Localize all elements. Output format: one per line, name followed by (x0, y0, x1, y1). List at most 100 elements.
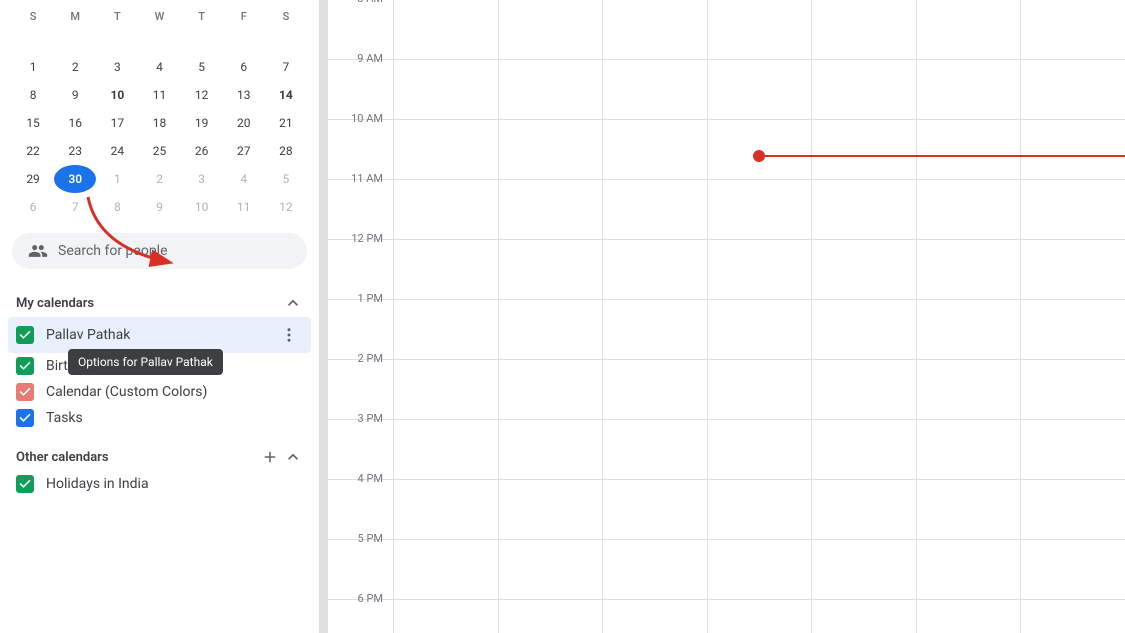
time-cell[interactable] (602, 0, 707, 59)
time-cell[interactable] (393, 240, 498, 299)
calendar-item-custom[interactable]: Calendar (Custom Colors) (8, 379, 311, 405)
time-cell[interactable] (811, 420, 916, 479)
time-cell[interactable] (811, 480, 916, 539)
time-cell[interactable] (393, 300, 498, 359)
cal-day[interactable]: 1 (96, 165, 138, 193)
add-other-calendar-icon[interactable] (261, 448, 279, 466)
time-cell[interactable] (916, 300, 1021, 359)
calendar-item-birthdays[interactable]: Birthdays (8, 353, 311, 379)
cal-day[interactable]: 8 (96, 193, 138, 221)
time-cell[interactable] (498, 300, 603, 359)
time-cell[interactable] (1020, 600, 1125, 633)
time-cell[interactable] (1020, 540, 1125, 599)
time-cell[interactable] (707, 0, 812, 59)
time-cell[interactable] (707, 540, 812, 599)
time-cell[interactable] (811, 240, 916, 299)
time-cell[interactable] (707, 240, 812, 299)
time-cell[interactable] (498, 360, 603, 419)
time-cell[interactable] (916, 240, 1021, 299)
calendar-item-holidays[interactable]: Holidays in India (8, 471, 311, 497)
time-cell[interactable] (393, 0, 498, 59)
time-cell[interactable] (1020, 420, 1125, 479)
cal-day[interactable]: 8 (12, 81, 54, 109)
cal-day[interactable]: 2 (138, 165, 180, 193)
cal-day[interactable]: 5 (265, 165, 307, 193)
cal-day[interactable]: 11 (223, 193, 265, 221)
time-cell[interactable] (916, 600, 1021, 633)
time-cell[interactable] (811, 120, 916, 179)
cal-day[interactable]: 1 (12, 53, 54, 81)
cal-day[interactable]: 30 (54, 165, 96, 193)
time-cell[interactable] (602, 360, 707, 419)
cal-day[interactable]: 23 (54, 137, 96, 165)
calendar-item-tasks[interactable]: Tasks (8, 405, 311, 431)
time-cell[interactable] (393, 600, 498, 633)
time-cell[interactable] (1020, 180, 1125, 239)
cal-day[interactable]: 15 (12, 109, 54, 137)
time-cell[interactable] (916, 540, 1021, 599)
time-cell[interactable] (811, 60, 916, 119)
time-cell[interactable] (498, 420, 603, 479)
cal-day[interactable]: 21 (265, 109, 307, 137)
time-cell[interactable] (498, 600, 603, 633)
time-cell[interactable] (707, 480, 812, 539)
collapse-icon[interactable] (283, 293, 303, 313)
time-cell[interactable] (707, 300, 812, 359)
cal-day[interactable]: 2 (54, 53, 96, 81)
time-cell[interactable] (498, 60, 603, 119)
calendar-item-pallav[interactable]: Pallav Pathak Options for Pallav Pathak (8, 317, 311, 353)
time-cell[interactable] (916, 360, 1021, 419)
time-cell[interactable] (1020, 0, 1125, 59)
cal-day[interactable]: 10 (181, 193, 223, 221)
cal-day[interactable]: 26 (181, 137, 223, 165)
time-cell[interactable] (393, 60, 498, 119)
time-cell[interactable] (1020, 480, 1125, 539)
other-calendars-header[interactable]: Other calendars (8, 439, 311, 471)
cal-day[interactable]: 17 (96, 109, 138, 137)
cal-day[interactable]: 14 (265, 81, 307, 109)
cal-day[interactable]: 10 (96, 81, 138, 109)
cal-day[interactable]: 12 (265, 193, 307, 221)
cal-day[interactable]: 9 (138, 193, 180, 221)
time-cell[interactable] (602, 60, 707, 119)
time-cell[interactable] (602, 600, 707, 633)
time-cell[interactable] (1020, 240, 1125, 299)
cal-day[interactable]: 12 (181, 81, 223, 109)
time-cell[interactable] (498, 480, 603, 539)
cal-day[interactable]: 27 (223, 137, 265, 165)
time-cell[interactable] (811, 180, 916, 239)
time-cell[interactable] (498, 120, 603, 179)
time-cell[interactable] (707, 600, 812, 633)
time-cell[interactable] (602, 420, 707, 479)
time-cell[interactable] (916, 480, 1021, 539)
time-cell[interactable] (498, 0, 603, 59)
time-cell[interactable] (393, 180, 498, 239)
time-cell[interactable] (602, 240, 707, 299)
time-cell[interactable] (602, 120, 707, 179)
cal-day[interactable]: 6 (223, 53, 265, 81)
time-cell[interactable] (707, 360, 812, 419)
time-cell[interactable] (811, 0, 916, 59)
time-cell[interactable] (916, 0, 1021, 59)
time-cell[interactable] (811, 600, 916, 633)
time-cell[interactable] (916, 420, 1021, 479)
time-cell[interactable] (498, 240, 603, 299)
time-cell[interactable] (707, 180, 812, 239)
time-cell[interactable] (393, 540, 498, 599)
three-dots-pallav[interactable] (275, 321, 303, 349)
time-cell[interactable] (707, 60, 812, 119)
time-cell[interactable] (602, 300, 707, 359)
time-cell[interactable] (916, 180, 1021, 239)
time-cell[interactable] (811, 300, 916, 359)
time-cell[interactable] (602, 540, 707, 599)
cal-day[interactable]: 22 (12, 137, 54, 165)
time-cell[interactable] (707, 120, 812, 179)
time-cell[interactable] (393, 480, 498, 539)
cal-day[interactable]: 19 (181, 109, 223, 137)
cal-day[interactable]: 4 (223, 165, 265, 193)
cal-day[interactable]: 24 (96, 137, 138, 165)
cal-day[interactable]: 18 (138, 109, 180, 137)
cal-day[interactable]: 7 (265, 53, 307, 81)
time-cell[interactable] (393, 420, 498, 479)
cal-day[interactable]: 9 (54, 81, 96, 109)
